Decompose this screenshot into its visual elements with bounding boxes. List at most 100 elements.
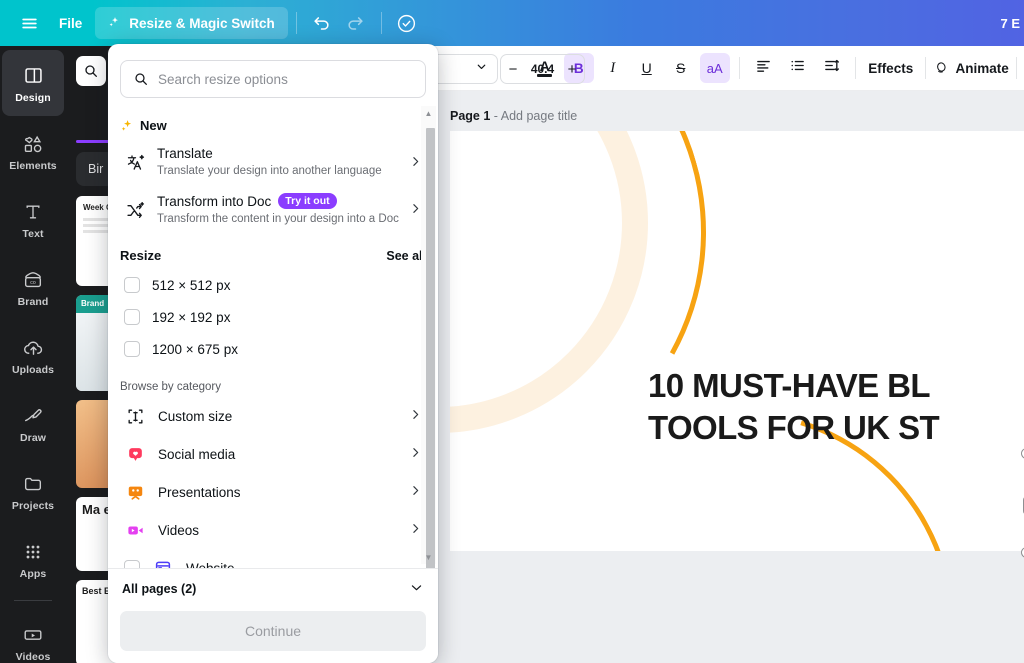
undo-arrow-icon[interactable] — [305, 6, 339, 40]
sidebar-label-text: Text — [22, 227, 44, 240]
italic-button[interactable]: I — [598, 53, 628, 83]
resize-dropdown-scroll-area[interactable]: New Translate Translate your design into… — [108, 44, 438, 568]
bullet-list-icon — [789, 57, 806, 79]
sidebar-label-apps: Apps — [19, 567, 47, 580]
search-icon[interactable] — [76, 56, 106, 86]
effects-button[interactable]: Effects — [865, 53, 916, 83]
sidebar-label-uploads: Uploads — [11, 363, 55, 376]
align-left-button[interactable] — [748, 53, 778, 83]
option-transform-text: Transform into Doc Try it out Transform … — [157, 193, 399, 227]
sidebar-item-elements[interactable]: Elements — [2, 118, 64, 184]
bullet-list-button[interactable] — [782, 53, 812, 83]
translate-icon — [124, 152, 146, 174]
resize-option-512-label: 512 × 512 px — [152, 277, 231, 293]
checkbox-192[interactable] — [124, 309, 140, 325]
sidebar-item-uploads[interactable]: Uploads — [2, 322, 64, 388]
toolbar-divider-2 — [380, 12, 382, 34]
toolbar-divider-4 — [855, 57, 857, 79]
social-media-icon — [124, 443, 146, 465]
scrollbar-track[interactable] — [424, 120, 435, 568]
sparkle-icon — [120, 119, 134, 133]
letter-case-button[interactable]: aA — [699, 53, 730, 83]
category-videos-label: Videos — [158, 522, 200, 538]
canvas-work-area[interactable]: Page 1 - Add page title TRUEHOST CL 10 M… — [386, 91, 1024, 663]
resize-option-192[interactable]: 192 × 192 px — [112, 301, 434, 333]
category-website[interactable]: Website — [112, 549, 434, 568]
resize-dropdown-footer: All pages (2) Continue — [108, 568, 438, 663]
text-t-icon — [23, 199, 43, 225]
underline-icon: U — [641, 60, 652, 76]
sidebar-item-videos[interactable]: Videos — [2, 609, 64, 663]
try-it-out-badge: Try it out — [278, 193, 337, 209]
transform-doc-icon — [124, 199, 146, 221]
search-icon — [133, 71, 149, 87]
new-section-header: New — [108, 104, 438, 139]
scroll-up-arrow-icon[interactable]: ▲ — [421, 106, 436, 120]
chevron-down-icon — [409, 580, 424, 598]
checkbox-website[interactable] — [124, 560, 140, 568]
checkbox-512[interactable] — [124, 277, 140, 293]
hamburger-icon[interactable] — [12, 6, 46, 40]
resize-search-box[interactable] — [120, 60, 426, 98]
dropdown-scrollbar[interactable]: ▲ ▼ — [421, 106, 436, 568]
category-social-media[interactable]: Social media — [112, 435, 434, 473]
magic-wand-icon — [108, 16, 122, 30]
sidebar-item-text[interactable]: Text — [2, 186, 64, 252]
brand-kit-icon: co — [22, 267, 44, 293]
category-custom-size-label: Custom size — [158, 408, 233, 424]
option-translate-text: Translate Translate your design into ano… — [157, 146, 398, 179]
credits-label[interactable]: 7 E — [1000, 16, 1020, 31]
design-page[interactable]: TRUEHOST CL 10 MUST-HAVE BL TOOLS FOR UK… — [450, 131, 1024, 551]
resize-option-512[interactable]: 512 × 512 px — [112, 269, 434, 301]
category-social-media-label: Social media — [158, 446, 236, 462]
cloud-upload-icon — [22, 335, 45, 361]
resize-magic-switch-button[interactable]: Resize & Magic Switch — [95, 7, 288, 39]
line-spacing-button[interactable] — [816, 53, 846, 83]
sidebar-item-brand[interactable]: co Brand — [2, 254, 64, 320]
sidebar-label-design: Design — [15, 91, 51, 104]
new-section-title: New — [140, 118, 167, 133]
line-spacing-icon — [823, 57, 840, 79]
website-icon — [152, 557, 174, 568]
search-input[interactable] — [158, 71, 413, 87]
option-translate[interactable]: Translate Translate your design into ano… — [112, 139, 434, 186]
font-size-increase-button[interactable]: + — [560, 61, 584, 78]
toolbar-divider-3 — [738, 57, 740, 79]
sidebar-item-draw[interactable]: Draw — [2, 390, 64, 456]
category-custom-size[interactable]: Custom size — [112, 397, 434, 435]
continue-button[interactable]: Continue — [120, 611, 426, 651]
sidebar-item-design[interactable]: Design — [2, 50, 64, 116]
sidebar-item-apps[interactable]: Apps — [2, 526, 64, 592]
cloud-check-icon[interactable] — [390, 6, 424, 40]
headline-line-1: 10 MUST-HAVE BL — [648, 367, 931, 404]
sidebar-label-brand: Brand — [17, 295, 49, 308]
category-website-label: Website — [186, 560, 235, 569]
sidebar-item-projects[interactable]: Projects — [2, 458, 64, 524]
all-pages-selector[interactable]: All pages (2) — [108, 569, 438, 607]
option-transform-into-doc[interactable]: Transform into Doc Try it out Transform … — [112, 186, 434, 234]
scroll-down-arrow-icon[interactable]: ▼ — [421, 550, 436, 564]
category-videos[interactable]: Videos — [112, 511, 434, 549]
font-size-value[interactable]: 40.4 — [525, 62, 560, 76]
font-size-stepper[interactable]: − 40.4 + — [500, 54, 585, 84]
resize-option-1200-label: 1200 × 675 px — [152, 341, 238, 357]
font-size-decrease-button[interactable]: − — [501, 61, 525, 78]
category-presentations[interactable]: Presentations — [112, 473, 434, 511]
animate-button[interactable]: Animate — [935, 53, 1009, 83]
resize-dropdown-panel: New Translate Translate your design into… — [108, 44, 438, 663]
custom-size-icon — [124, 405, 146, 427]
strikethrough-button[interactable]: S — [666, 53, 696, 83]
file-menu-button[interactable]: File — [46, 7, 95, 39]
layout-panel-icon — [23, 63, 44, 89]
svg-text:co: co — [30, 279, 36, 285]
sidebar-label-projects: Projects — [11, 499, 55, 512]
topbar-right-group: 7 E — [1000, 16, 1024, 31]
redo-arrow-icon[interactable] — [339, 6, 373, 40]
underline-button[interactable]: U — [632, 53, 662, 83]
checkbox-1200[interactable] — [124, 341, 140, 357]
headline-text-element[interactable]: 10 MUST-HAVE BL TOOLS FOR UK ST — [648, 365, 1024, 448]
scrollbar-thumb[interactable] — [426, 128, 435, 568]
resize-option-1200[interactable]: 1200 × 675 px — [112, 333, 434, 365]
sidebar-label-elements: Elements — [9, 159, 57, 172]
page-label[interactable]: Page 1 - Add page title — [450, 109, 577, 123]
